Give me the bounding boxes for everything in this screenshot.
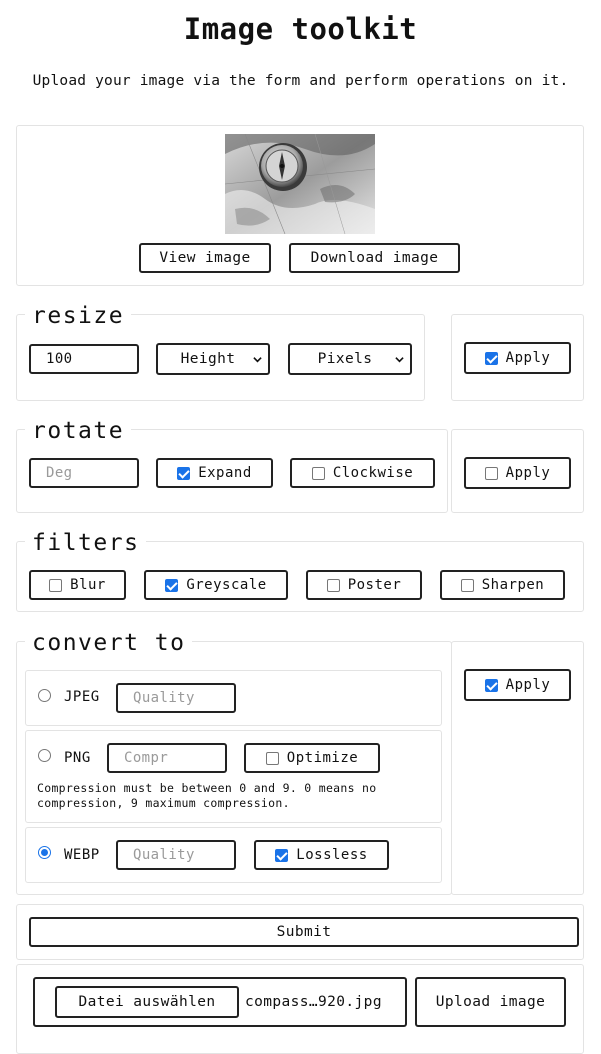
jpeg-radio[interactable] — [38, 689, 51, 702]
resize-apply-toggle[interactable]: Apply — [464, 342, 571, 374]
webp-lossless-label: Lossless — [296, 847, 368, 863]
rotate-clockwise-toggle[interactable]: Clockwise — [290, 458, 435, 488]
selected-file-name: compass…920.jpg — [245, 994, 382, 1010]
checkbox-unchecked-icon[interactable] — [484, 466, 498, 480]
jpeg-quality-input[interactable]: Quality — [116, 683, 236, 713]
file-input[interactable]: Datei auswählen compass…920.jpg — [33, 977, 407, 1027]
resize-unit-select[interactable]: Pixels — [288, 343, 412, 375]
resize-dimension-select[interactable]: Height — [156, 343, 270, 375]
rotate-expand-label: Expand — [198, 465, 252, 481]
convert-apply-toggle[interactable]: Apply — [464, 669, 571, 701]
checkbox-unchecked-icon[interactable] — [265, 751, 279, 765]
rotate-apply-label: Apply — [505, 465, 551, 481]
filter-sharpen-toggle[interactable]: Sharpen — [440, 570, 565, 600]
png-radio[interactable] — [38, 749, 51, 762]
filters-legend: filters — [25, 530, 147, 556]
rotate-apply-toggle[interactable]: Apply — [464, 457, 571, 489]
download-image-button[interactable]: Download image — [289, 243, 460, 273]
resize-value-input[interactable]: 100 — [29, 344, 139, 374]
resize-dimension-value: Height — [180, 351, 236, 367]
filter-label: Sharpen — [481, 577, 545, 593]
upload-image-button[interactable]: Upload image — [415, 977, 566, 1027]
png-optimize-toggle[interactable]: Optimize — [244, 743, 380, 773]
png-optimize-label: Optimize — [286, 750, 359, 766]
webp-label: WEBP — [64, 847, 100, 863]
resize-unit-value: Pixels — [317, 351, 373, 367]
page-subtitle: Upload your image via the form and perfo… — [32, 73, 569, 89]
checkbox-unchecked-icon[interactable] — [311, 466, 325, 480]
filter-label: Poster — [347, 577, 402, 593]
checkbox-unchecked-icon[interactable] — [49, 578, 63, 592]
filter-greyscale-toggle[interactable]: Greyscale — [144, 570, 288, 600]
checkbox-checked-icon[interactable] — [484, 351, 498, 365]
resize-legend: resize — [25, 303, 132, 329]
rotate-clockwise-label: Clockwise — [332, 465, 414, 481]
convert-legend: convert to — [25, 630, 193, 656]
png-compression-input[interactable]: Compr — [107, 743, 227, 773]
preview-image[interactable] — [225, 134, 375, 234]
rotate-legend: rotate — [25, 418, 132, 444]
png-compression-note: Compression must be between 0 and 9. 0 m… — [37, 781, 377, 810]
chevron-down-icon — [253, 357, 262, 363]
chevron-down-icon — [395, 357, 404, 363]
choose-file-button[interactable]: Datei auswählen — [55, 986, 239, 1018]
checkbox-checked-icon[interactable] — [484, 678, 498, 692]
convert-apply-label: Apply — [505, 677, 551, 693]
view-image-button[interactable]: View image — [139, 243, 271, 273]
filter-label: Blur — [70, 577, 106, 593]
checkbox-unchecked-icon[interactable] — [460, 578, 474, 592]
submit-button[interactable]: Submit — [29, 917, 579, 947]
checkbox-checked-icon[interactable] — [275, 848, 289, 862]
webp-lossless-toggle[interactable]: Lossless — [254, 840, 389, 870]
jpeg-label: JPEG — [64, 689, 100, 705]
filter-poster-toggle[interactable]: Poster — [306, 570, 422, 600]
filter-blur-toggle[interactable]: Blur — [29, 570, 126, 600]
checkbox-checked-icon[interactable] — [177, 466, 191, 480]
filter-label: Greyscale — [186, 577, 267, 593]
compass-map-image — [225, 134, 375, 234]
page-title: Image toolkit — [183, 12, 418, 46]
resize-apply-label: Apply — [505, 350, 551, 366]
rotate-expand-toggle[interactable]: Expand — [156, 458, 273, 488]
png-label: PNG — [64, 750, 91, 766]
checkbox-unchecked-icon[interactable] — [326, 578, 340, 592]
checkbox-checked-icon[interactable] — [165, 578, 179, 592]
rotate-degrees-input[interactable]: Deg — [29, 458, 139, 488]
webp-quality-input[interactable]: Quality — [116, 840, 236, 870]
webp-radio[interactable] — [38, 846, 51, 859]
